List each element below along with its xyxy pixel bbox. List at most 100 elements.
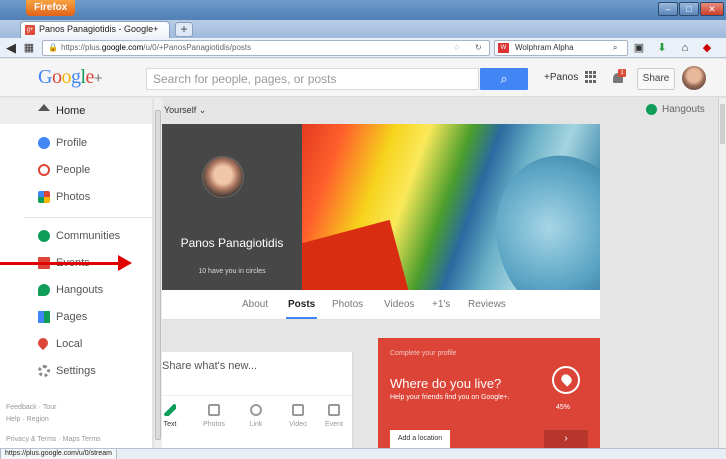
communities-icon [38, 230, 50, 242]
sidebar-item-hangouts[interactable]: Hangouts [0, 277, 152, 303]
addon-icon[interactable]: ◆ [700, 40, 714, 56]
url-prefix: https://plus. [61, 43, 102, 52]
profile-progress: 45% [556, 404, 571, 411]
download-icon[interactable]: ⬇ [655, 40, 669, 56]
tab-about[interactable]: About [242, 299, 268, 310]
search-magnifier-icon[interactable]: ⌕ [613, 41, 617, 55]
url-domain: google.com [101, 43, 144, 52]
pages-icon [38, 311, 50, 323]
status-url: https://plus.google.com/u/0/stream [0, 449, 117, 459]
url-path: /u/0/+PanosPanagiotidis/posts [143, 43, 252, 52]
wolfram-engine-icon: W [498, 43, 509, 53]
google-plus-logo[interactable]: Google+ [38, 66, 103, 89]
sidebar-item-people[interactable]: People [0, 157, 152, 183]
hangouts-label: Hangouts [662, 104, 705, 115]
hangouts-link[interactable]: Hangouts [646, 104, 705, 115]
page-scroll-thumb[interactable] [720, 104, 725, 144]
back-arrow-icon[interactable]: ◀ [4, 40, 18, 56]
profile-info-panel: Panos Panagiotidis 10 have you in circle… [162, 124, 302, 290]
sidebar-scrollbar[interactable] [153, 98, 162, 448]
sidebar-divider [24, 217, 152, 218]
profile-name: Panos Panagiotidis [180, 236, 284, 250]
next-arrow-button[interactable]: › [544, 430, 588, 448]
sidebar-item-photos[interactable]: Photos [0, 184, 152, 210]
sidebar-item-local[interactable]: Local [0, 331, 152, 357]
pencil-icon [164, 404, 176, 416]
page-scrollbar[interactable] [718, 98, 726, 448]
share-event-option[interactable]: Event [316, 404, 352, 428]
sidebar-item-label: Home [56, 105, 86, 117]
sidebar-item-label: Hangouts [56, 284, 104, 296]
home-icon [38, 104, 50, 111]
tab-plus-ones[interactable]: +1's [432, 299, 450, 310]
minimize-button[interactable]: – [658, 2, 678, 16]
sidebar-item-label: Communities [56, 230, 121, 242]
sidebar-item-communities[interactable]: Communities [0, 223, 152, 249]
left-nav-sidebar: Home Profile People Photos Communities E… [0, 98, 153, 448]
footer-links-2[interactable]: Help · Region [6, 416, 49, 423]
profile-photo[interactable] [202, 156, 244, 198]
reload-icon[interactable]: ↻ [475, 41, 482, 55]
calendar-icon [328, 404, 340, 416]
share-button[interactable]: Share [637, 68, 675, 90]
promo-eyebrow: Complete your profile [390, 350, 457, 357]
settings-icon [38, 365, 50, 377]
people-icon [38, 164, 50, 176]
close-window-button[interactable]: ✕ [700, 2, 724, 16]
tab-photos[interactable]: Photos [332, 299, 363, 310]
address-bar[interactable]: 🔒 https://plus.google.com/u/0/+PanosPana… [42, 40, 490, 56]
browser-tab[interactable]: g+ Panos Panagiotidis - Google+ [20, 21, 170, 38]
share-text-option[interactable]: Text [162, 404, 188, 428]
search-engine-box[interactable]: W Wolphram Alpha ⌕ [494, 40, 628, 56]
tab-title: Panos Panagiotidis - Google+ [39, 24, 159, 34]
hangouts-quote-icon [646, 104, 657, 115]
account-avatar[interactable] [682, 66, 706, 90]
promo-headline: Where do you live? [390, 376, 502, 391]
profile-cover: Panos Panagiotidis 10 have you in circle… [162, 124, 600, 290]
sidebar-item-pages[interactable]: Pages [0, 304, 152, 330]
audience-selector[interactable]: Yourself ⌄ [164, 105, 206, 116]
sidebar-scroll-thumb[interactable] [155, 110, 161, 440]
sidebar-item-profile[interactable]: Profile [0, 130, 152, 156]
title-bar: Firefox – □ ✕ [0, 0, 726, 20]
tab-reviews[interactable]: Reviews [468, 299, 506, 310]
maximize-button[interactable]: □ [679, 2, 699, 16]
profile-main: Yourself ⌄ Hangouts Panos Panagiotidis 1… [162, 98, 726, 448]
home-button-icon[interactable]: ⌂ [678, 40, 692, 56]
notifications-bell-icon[interactable]: 1 [611, 69, 626, 85]
photos-icon [38, 191, 50, 203]
profile-tabs: About Posts Photos Videos +1's Reviews [162, 290, 600, 320]
local-icon [35, 335, 51, 351]
apps-grid-icon[interactable] [585, 71, 597, 83]
sidebar-item-home[interactable]: Home [0, 98, 152, 124]
tab-posts[interactable]: Posts [285, 299, 318, 319]
footer-links-3[interactable]: Privacy & Terms · Maps Terms [6, 436, 101, 443]
status-bar: https://plus.google.com/u/0/stream [0, 448, 726, 459]
link-icon [250, 404, 262, 416]
identity-icon[interactable]: ▦ [22, 40, 36, 56]
bookmark-star-icon[interactable]: ☆ [453, 41, 460, 55]
circles-count[interactable]: 10 have you in circles [174, 268, 290, 275]
search-button[interactable]: ⌕ [480, 68, 528, 90]
sidebar-item-settings[interactable]: Settings [0, 358, 152, 384]
share-link-option[interactable]: Link [238, 404, 274, 428]
search-icon: ⌕ [500, 71, 508, 86]
share-photos-option[interactable]: Photos [196, 404, 232, 428]
footer-links-1[interactable]: Feedback · Tour [6, 404, 56, 411]
gplus-search-input[interactable]: Search for people, pages, or posts [146, 68, 479, 90]
plus-name-link[interactable]: +Panos [544, 72, 578, 83]
add-location-button[interactable]: Add a location [390, 430, 450, 448]
new-tab-button[interactable]: + [175, 22, 193, 37]
promo-subtext: Help your friends find you on Google+. [390, 394, 510, 401]
search-engine-name: Wolphram Alpha [515, 43, 574, 52]
tab-videos[interactable]: Videos [384, 299, 414, 310]
tab-strip: g+ Panos Panagiotidis - Google+ + [0, 20, 726, 38]
camera-icon [208, 404, 220, 416]
hangouts-icon [38, 284, 50, 296]
bookmarks-icon[interactable]: ▣ [632, 40, 646, 56]
share-input[interactable]: Share what's new... [162, 352, 352, 396]
sidebar-item-label: Settings [56, 365, 96, 377]
share-video-option[interactable]: Video [280, 404, 316, 428]
red-arrow-annotation [0, 255, 132, 271]
firefox-menu-button[interactable]: Firefox [26, 0, 76, 16]
